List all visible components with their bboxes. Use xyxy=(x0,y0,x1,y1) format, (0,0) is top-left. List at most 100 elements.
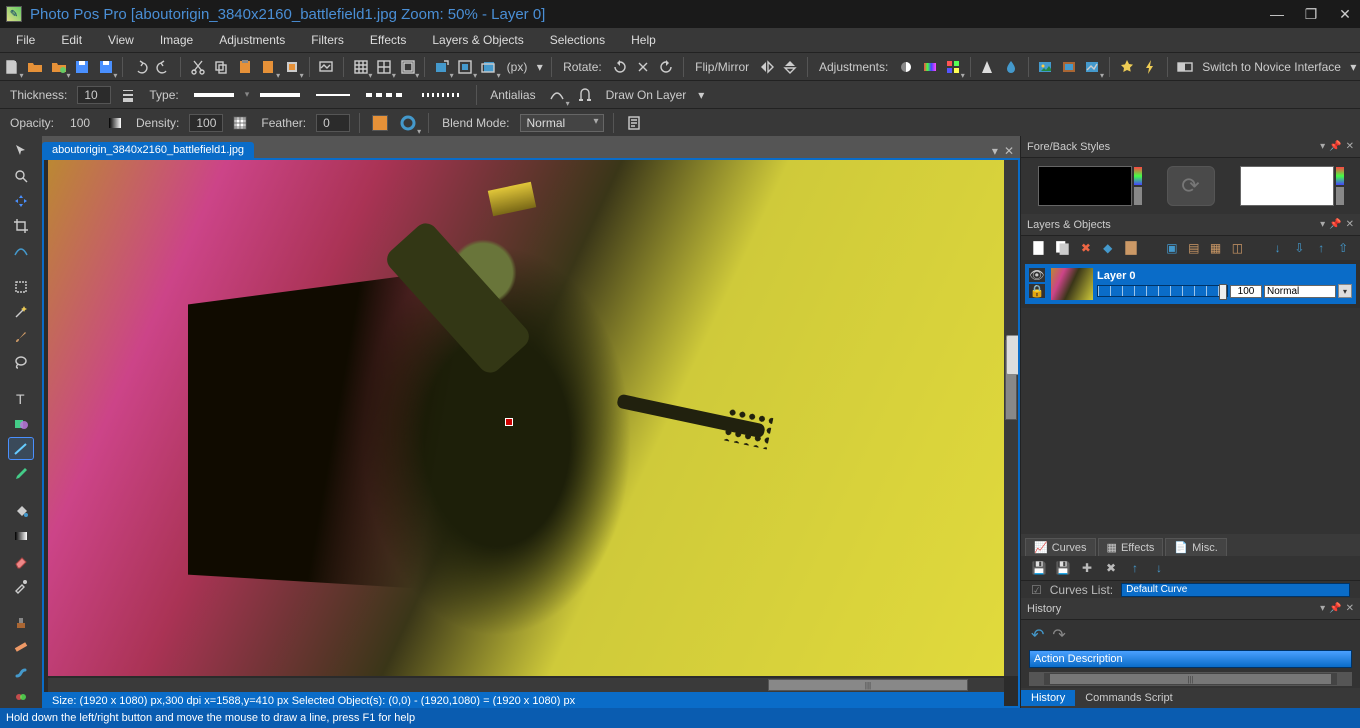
paste-special-button[interactable] xyxy=(259,56,278,78)
menu-filters[interactable]: Filters xyxy=(299,30,356,50)
tool-effects[interactable] xyxy=(9,687,33,708)
flip-v-button[interactable] xyxy=(781,56,800,78)
tab-close-icon[interactable]: ✕ xyxy=(1004,144,1014,158)
frame1-button[interactable] xyxy=(1036,56,1055,78)
rotate-right-button[interactable] xyxy=(657,56,676,78)
curves-save2-icon[interactable]: 💾 xyxy=(1055,560,1071,576)
drawon-dropdown[interactable]: ▾ xyxy=(696,84,706,106)
tool-crop[interactable] xyxy=(9,215,33,236)
thickness-stepper[interactable] xyxy=(117,84,139,106)
tool-smudge[interactable] xyxy=(9,662,33,683)
margin-button[interactable] xyxy=(398,56,417,78)
paste-button[interactable] xyxy=(235,56,254,78)
antialias-toggle[interactable] xyxy=(546,84,568,106)
bottom-tab-history[interactable]: History xyxy=(1021,690,1075,706)
undo-button[interactable] xyxy=(130,56,149,78)
settings-save-icon[interactable] xyxy=(623,112,645,134)
novice-toggle[interactable]: Switch to Novice Interface xyxy=(1198,60,1345,74)
resize-canvas-button[interactable] xyxy=(456,56,475,78)
blend-mode-select[interactable]: Normal xyxy=(520,114,604,132)
layer-mask-icon[interactable]: ▦ xyxy=(1209,240,1223,256)
menu-selections[interactable]: Selections xyxy=(538,30,617,50)
feather-value[interactable]: 0 xyxy=(316,114,350,132)
canvas-image[interactable] xyxy=(48,160,1004,676)
frame2-button[interactable] xyxy=(1059,56,1078,78)
tool-eyedrop[interactable] xyxy=(9,575,33,596)
adj-shadows-button[interactable] xyxy=(978,56,997,78)
tool-heal[interactable] xyxy=(9,637,33,658)
rotate-180-button[interactable] xyxy=(633,56,652,78)
adj-brightness-button[interactable] xyxy=(896,56,915,78)
background-swatch[interactable] xyxy=(1240,166,1334,206)
resize-image-button[interactable] xyxy=(432,56,451,78)
scrollbar-horizontal[interactable]: ||| xyxy=(48,678,1004,692)
panel-pin-icon[interactable]: 📌 xyxy=(1329,219,1341,230)
maximize-button[interactable]: ❐ xyxy=(1302,5,1320,23)
tool-move[interactable] xyxy=(9,140,33,161)
layer-down-icon[interactable]: ↓ xyxy=(1271,240,1285,256)
adj-drop-button[interactable] xyxy=(1001,56,1020,78)
tool-wand[interactable] xyxy=(9,302,33,323)
panel-pin-icon[interactable]: 📌 xyxy=(1329,141,1341,152)
history-undo-icon[interactable]: ↶ xyxy=(1031,625,1044,645)
layer-name[interactable]: Layer 0 xyxy=(1097,270,1352,282)
back-style-strip[interactable] xyxy=(1336,167,1344,185)
layer-group-icon[interactable]: ◫ xyxy=(1231,240,1245,256)
foreground-swatch[interactable] xyxy=(1038,166,1132,206)
fore-style-strip2[interactable] xyxy=(1134,187,1142,205)
tool-brush[interactable] xyxy=(9,327,33,348)
tool-zoom[interactable] xyxy=(9,165,33,186)
unit-dropdown[interactable]: ▾ xyxy=(535,56,544,78)
panel-pin-icon[interactable]: 📌 xyxy=(1329,603,1341,614)
layer-delete-icon[interactable]: ✖ xyxy=(1079,240,1093,256)
cut-button[interactable] xyxy=(188,56,207,78)
linestyle-thin[interactable] xyxy=(311,84,355,106)
tab-dropdown-icon[interactable]: ▾ xyxy=(992,144,998,158)
layer-up-icon[interactable]: ↑ xyxy=(1314,240,1328,256)
selection-handle[interactable] xyxy=(505,418,513,426)
density-pattern-icon[interactable] xyxy=(229,112,251,134)
layer-blend-dropdown[interactable]: ▾ xyxy=(1338,284,1352,298)
rotate-left-button[interactable] xyxy=(610,56,629,78)
linestyle-dash[interactable] xyxy=(361,84,411,106)
screenshot-button[interactable] xyxy=(316,56,335,78)
curves-selected[interactable]: Default Curve xyxy=(1121,583,1350,597)
layer-merge-icon[interactable]: ▣ xyxy=(1165,240,1179,256)
density-value[interactable]: 100 xyxy=(189,114,223,132)
panel-menu-icon[interactable]: ▾ xyxy=(1320,603,1325,614)
menu-image[interactable]: Image xyxy=(148,30,205,50)
subtab-curves[interactable]: 📈 Curves xyxy=(1025,538,1096,556)
redo-button[interactable] xyxy=(154,56,173,78)
menu-view[interactable]: View xyxy=(96,30,146,50)
curves-new-icon[interactable]: ✚ xyxy=(1079,560,1095,576)
panel-resize-grip[interactable] xyxy=(1006,335,1020,375)
tool-path[interactable] xyxy=(9,240,33,261)
grid1-button[interactable] xyxy=(351,56,370,78)
document-tab[interactable]: aboutorigin_3840x2160_battlefield1.jpg xyxy=(42,142,254,158)
menu-adjustments[interactable]: Adjustments xyxy=(207,30,297,50)
linestyle-solid2[interactable] xyxy=(255,84,305,106)
thickness-value[interactable]: 10 xyxy=(77,86,111,104)
canvas-viewport[interactable]: ||| Size: (1920 x 1080) px,300 dpi x=158… xyxy=(42,158,1020,708)
panel-close-icon[interactable]: ✕ xyxy=(1346,219,1354,230)
fill-radial-icon[interactable] xyxy=(397,112,419,134)
layer-info-icon[interactable]: ◆ xyxy=(1101,240,1115,256)
curves-down-icon[interactable]: ↓ xyxy=(1151,560,1167,576)
menu-edit[interactable]: Edit xyxy=(49,30,94,50)
layer-new-icon[interactable] xyxy=(1031,240,1047,256)
panel-menu-icon[interactable]: ▾ xyxy=(1320,141,1325,152)
scrollbar-vertical[interactable] xyxy=(1004,160,1018,676)
panel-foreback-header[interactable]: Fore/Back Styles ▾📌✕ xyxy=(1021,136,1360,158)
panel-close-icon[interactable]: ✕ xyxy=(1346,141,1354,152)
subtab-misc[interactable]: 📄 Misc. xyxy=(1165,538,1226,556)
opacity-grad-icon[interactable] xyxy=(104,112,126,134)
tool-lasso[interactable] xyxy=(9,352,33,373)
adj-color-button[interactable] xyxy=(943,56,962,78)
close-button[interactable]: ✕ xyxy=(1336,5,1354,23)
layer-opacity-slider[interactable] xyxy=(1097,285,1228,297)
bolt-button[interactable] xyxy=(1140,56,1159,78)
copy-button[interactable] xyxy=(212,56,231,78)
curves-delete-icon[interactable]: ✖ xyxy=(1103,560,1119,576)
grid2-button[interactable] xyxy=(374,56,393,78)
history-redo-icon[interactable]: ↷ xyxy=(1052,625,1065,645)
